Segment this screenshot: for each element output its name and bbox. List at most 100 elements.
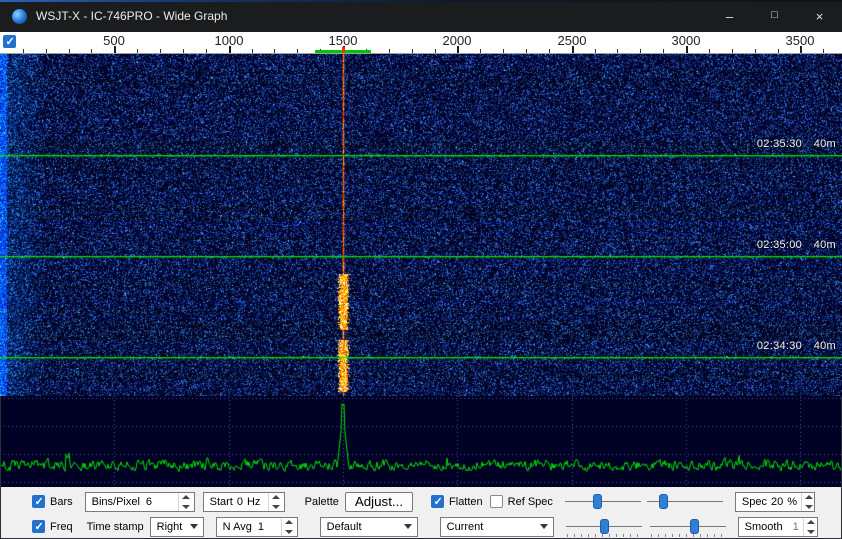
minimize-button[interactable]: –	[707, 0, 752, 32]
spin-down-icon[interactable]	[804, 527, 817, 536]
spin-up-icon[interactable]	[282, 518, 297, 527]
spectrum[interactable]	[0, 396, 842, 487]
bins-per-pixel-label: Bins/Pixel	[92, 496, 140, 508]
n-avg-spinbox[interactable]: N Avg 1	[216, 517, 298, 537]
ruler-tick	[160, 49, 161, 53]
flatten-checkbox-box	[431, 495, 444, 508]
freq-checkbox[interactable]: Freq	[32, 520, 73, 533]
frequency-ruler[interactable]: 500100015002000250030003500	[0, 32, 842, 54]
wide-graph-window: WSJT-X - IC-746PRO - Wide Graph – □ × 50…	[0, 0, 842, 539]
start-freq-suffix: Hz	[247, 496, 260, 508]
ruler-number: 3500	[775, 33, 825, 48]
flatten-checkbox-label: Flatten	[449, 496, 483, 508]
ruler-tick	[503, 49, 504, 53]
ref-spec-checkbox-label: Ref Spec	[508, 496, 553, 508]
n-avg-label: N Avg	[223, 521, 252, 533]
smooth-spinbox[interactable]: Smooth 1	[738, 517, 818, 537]
ruler-tick	[526, 49, 527, 53]
slider-track[interactable]	[650, 526, 726, 527]
spec-suffix: %	[787, 496, 797, 508]
spectrum-mode-dropdown[interactable]: Current	[440, 517, 554, 537]
slider-handle[interactable]	[593, 494, 602, 509]
bars-checkbox[interactable]: Bars	[32, 495, 73, 508]
ruler-tick	[412, 49, 413, 53]
n-avg-value: 1	[258, 521, 264, 533]
tx-freq-marker	[342, 47, 345, 53]
ruler-tick	[549, 49, 550, 53]
chevron-down-icon	[404, 524, 412, 529]
smooth-value: 1	[793, 521, 799, 533]
spin-down-icon[interactable]	[802, 502, 814, 511]
spin-up-icon[interactable]	[269, 493, 284, 502]
start-freq-spinbox[interactable]: Start 0 Hz	[203, 492, 285, 512]
ruler-tick	[617, 49, 618, 53]
controls-row-2: Freq Time stamp Right N Avg 1 Default	[0, 515, 842, 538]
ruler-tick	[297, 49, 298, 53]
chevron-down-icon	[190, 524, 198, 529]
spec-label: Spec	[742, 496, 767, 508]
slider-handle[interactable]	[600, 519, 609, 534]
ruler-tick	[389, 49, 390, 53]
ruler-checkbox[interactable]	[3, 35, 16, 48]
spin-up-icon[interactable]	[804, 518, 817, 527]
waterfall-timestamp: 02:35:00 40m	[757, 239, 836, 251]
timestamp-position-value: Right	[157, 521, 183, 533]
bars-checkbox-label: Bars	[50, 496, 73, 508]
ref-spec-checkbox[interactable]: Ref Spec	[490, 495, 553, 508]
spin-up-icon[interactable]	[179, 493, 194, 502]
start-freq-value: 0	[237, 496, 243, 508]
ruler-tick	[23, 49, 24, 53]
ruler-tick	[252, 49, 253, 53]
ruler-tick	[480, 49, 481, 53]
close-button[interactable]: ×	[797, 0, 842, 32]
ruler-tick	[732, 49, 733, 53]
titlebar: WSJT-X - IC-746PRO - Wide Graph – □ ×	[0, 0, 842, 32]
spectrum-canvas[interactable]	[0, 396, 842, 487]
maximize-button[interactable]: □	[752, 0, 797, 32]
timestamp-position-dropdown[interactable]: Right	[150, 517, 204, 537]
ruler-tick	[46, 49, 47, 53]
freq-checkbox-label: Freq	[50, 521, 73, 533]
timestamp-label: Time stamp	[87, 521, 144, 533]
smooth-label: Smooth	[745, 521, 783, 533]
slider-track[interactable]	[565, 501, 641, 502]
waterfall[interactable]: 02:35:30 40m02:35:00 40m02:34:30 40m	[0, 54, 842, 396]
spinner-arrows	[803, 518, 817, 536]
ruler-tick	[663, 49, 664, 53]
spin-down-icon[interactable]	[269, 502, 284, 511]
spin-down-icon[interactable]	[282, 527, 297, 536]
bars-checkbox-box	[32, 495, 45, 508]
palette-dropdown[interactable]: Default	[320, 517, 418, 537]
waterfall-gain-slider[interactable]	[565, 492, 641, 512]
spectrum-zero-slider[interactable]	[650, 517, 726, 537]
waterfall-timestamp: 02:35:30 40m	[757, 138, 836, 150]
flatten-checkbox[interactable]: Flatten	[431, 495, 483, 508]
controls-panel: Bars Bins/Pixel 6 Start 0 Hz	[0, 487, 842, 539]
spec-percent-spinbox[interactable]: Spec 20 %	[735, 492, 815, 512]
slider-handle[interactable]	[690, 519, 699, 534]
start-freq-label: Start	[210, 496, 233, 508]
ruler-number: 1500	[318, 33, 368, 48]
spin-up-icon[interactable]	[802, 493, 814, 502]
spectrum-mode-value: Current	[447, 521, 484, 533]
ruler-tick	[709, 49, 710, 53]
ruler-number: 500	[89, 33, 139, 48]
spin-down-icon[interactable]	[179, 502, 194, 511]
adjust-palette-button[interactable]: Adjust...	[345, 492, 413, 512]
window-controls: – □ ×	[707, 0, 842, 32]
waterfall-canvas[interactable]	[0, 54, 842, 396]
slider-handle[interactable]	[659, 494, 668, 509]
ruler-tick	[755, 49, 756, 53]
spinner-arrows	[268, 493, 284, 511]
ruler-number: 3000	[661, 33, 711, 48]
ruler-tick	[595, 49, 596, 53]
spectrum-gain-slider[interactable]	[566, 517, 642, 537]
ruler-number: 1000	[204, 33, 254, 48]
maximize-icon: □	[771, 9, 778, 21]
bins-per-pixel-spinbox[interactable]: Bins/Pixel 6	[85, 492, 195, 512]
freq-checkbox-box	[32, 520, 45, 533]
waterfall-zero-slider[interactable]	[647, 492, 723, 512]
ruler-tick	[206, 49, 207, 53]
ruler-tick	[91, 49, 92, 53]
ruler-tick	[69, 49, 70, 53]
